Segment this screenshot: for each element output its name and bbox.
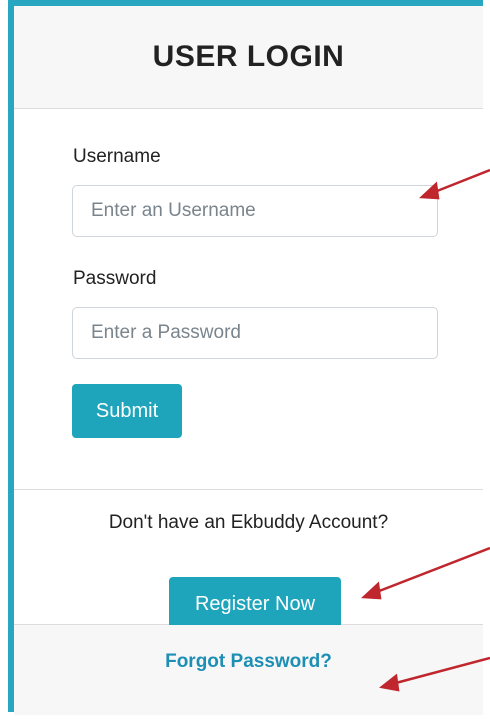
username-label: Username	[73, 146, 161, 167]
login-form: Username Password Submit	[14, 109, 483, 490]
login-card: USER LOGIN Username Password Submit Don'…	[8, 0, 483, 715]
page-title: USER LOGIN	[152, 40, 345, 73]
forgot-password-link[interactable]: Forgot Password?	[14, 651, 483, 673]
login-header: USER LOGIN	[14, 6, 483, 109]
register-prompt: Don't have an Ekbuddy Account?	[108, 512, 389, 533]
password-input[interactable]	[72, 307, 438, 359]
submit-button[interactable]: Submit	[72, 384, 182, 438]
password-label: Password	[73, 268, 157, 289]
card-footer: Forgot Password?	[14, 625, 483, 715]
register-section: Don't have an Ekbuddy Account? Register …	[14, 490, 483, 631]
username-input[interactable]	[72, 185, 438, 237]
register-now-button[interactable]: Register Now	[169, 577, 341, 631]
